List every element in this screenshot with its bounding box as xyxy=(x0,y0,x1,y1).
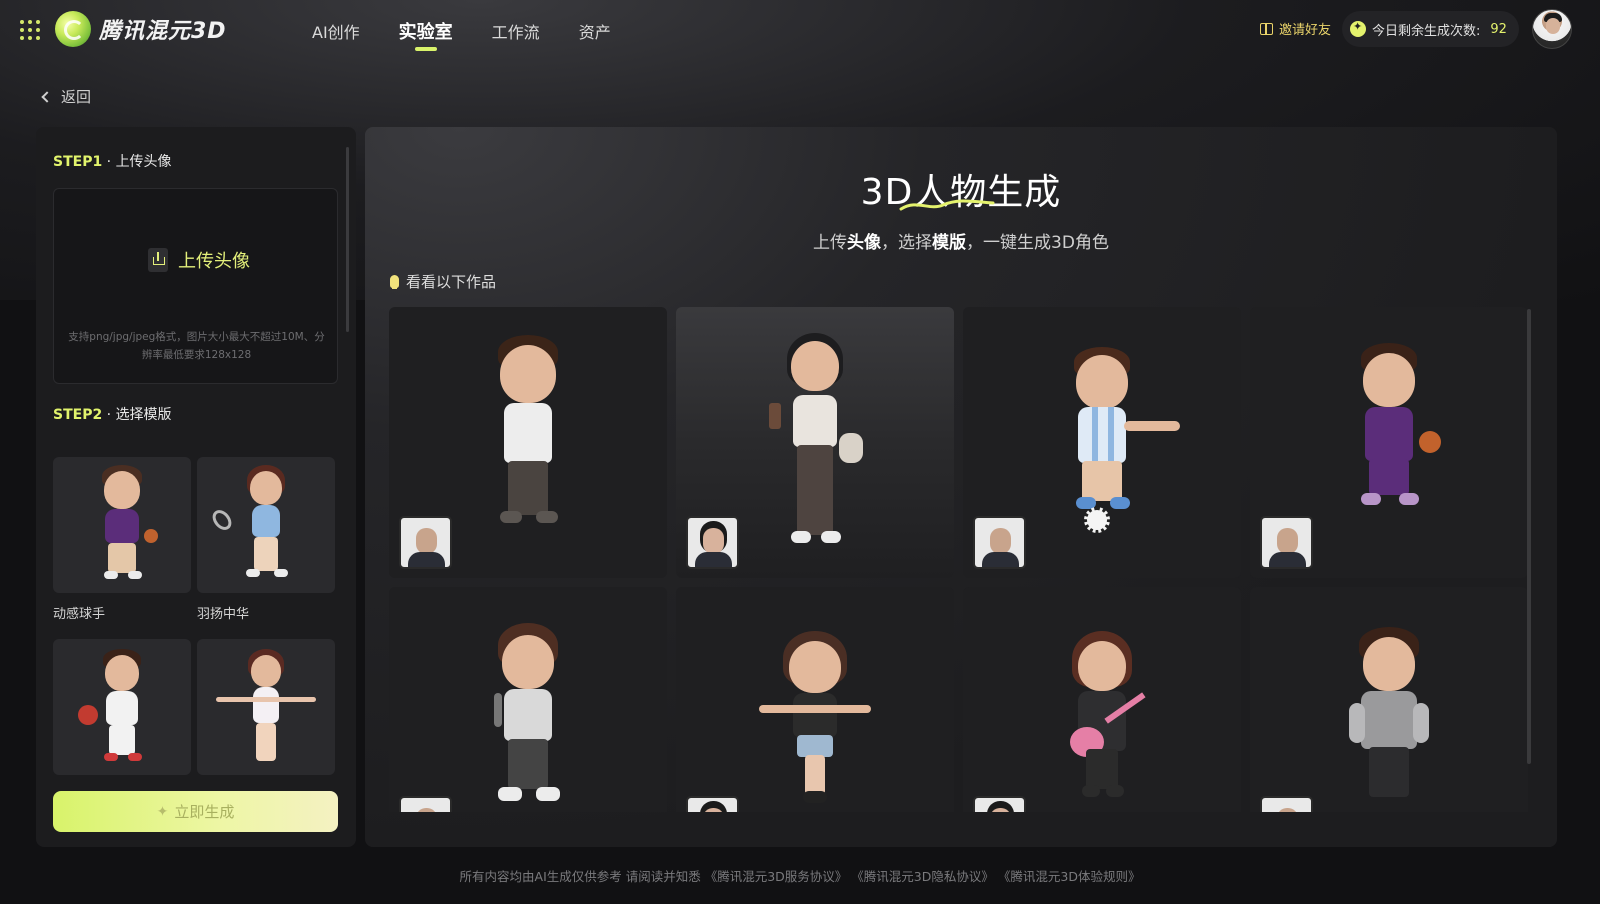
avatar-upload-dropzone[interactable]: 上传头像 支持png/jpg/jpeg格式，图片大小最大不超过10M、分辨率最低… xyxy=(53,188,338,384)
nav-workflow[interactable]: 工作流 xyxy=(492,0,540,62)
experience-rules-link[interactable]: 《腾讯混元3D体验规则》 xyxy=(998,869,1141,884)
showcase-card[interactable] xyxy=(963,307,1241,578)
upload-icon xyxy=(148,248,168,272)
user-avatar[interactable] xyxy=(1532,9,1572,49)
generate-now-button[interactable]: ✦ 立即生成 xyxy=(53,791,338,832)
showcase-card[interactable] xyxy=(963,587,1241,812)
template-label: 动感球手 xyxy=(53,607,106,622)
gallery-heading-label: 看看以下作品 xyxy=(406,273,497,291)
hero-title-row: 3D人物生成 xyxy=(365,163,1557,215)
config-scrollbar[interactable] xyxy=(346,147,349,332)
step2-title: STEP2 · 选择模版 xyxy=(53,407,172,423)
nav-assets[interactable]: 资产 xyxy=(579,0,611,62)
title-underline-swash xyxy=(899,199,995,211)
page-subtitle: 上传头像，选择模版，一键生成3D角色 xyxy=(365,228,1557,253)
upload-avatar-button[interactable]: 上传头像 xyxy=(148,247,250,273)
subtitle-highlight: 头像 xyxy=(847,233,882,253)
privacy-agreement-link[interactable]: 《腾讯混元3D隐私协议》 xyxy=(851,869,994,884)
subtitle-part: ，选择 xyxy=(881,233,933,253)
source-avatar-thumbnail xyxy=(973,516,1026,569)
template-gymnast-image xyxy=(197,639,335,775)
main-nav: AI创作 实验室 工作流 资产 xyxy=(312,0,650,62)
template-card[interactable]: 动感球手 xyxy=(53,457,191,622)
source-avatar-thumbnail xyxy=(686,516,739,569)
step1-title: STEP1 · 上传头像 xyxy=(53,154,172,170)
footer-disclaimer: 所有内容均由AI生成仅供参考 请阅读并知悉 《腾讯混元3D服务协议》 《腾讯混元… xyxy=(0,866,1600,885)
nav-ai-create[interactable]: AI创作 xyxy=(312,0,360,62)
gallery-heading: 看看以下作品 xyxy=(390,271,496,292)
gallery-scrollbar[interactable] xyxy=(1527,309,1531,764)
step2-number: STEP2 xyxy=(53,407,103,423)
invite-friends-link[interactable]: 邀请好友 xyxy=(1260,19,1331,38)
apps-grid-icon[interactable] xyxy=(20,20,40,40)
upload-avatar-label: 上传头像 xyxy=(178,251,250,272)
showcase-card[interactable] xyxy=(676,307,954,578)
source-avatar-thumbnail xyxy=(1260,796,1313,812)
brand-name: 腾讯混元3D xyxy=(99,19,227,44)
source-avatar-thumbnail xyxy=(399,516,452,569)
showcase-card[interactable] xyxy=(389,587,667,812)
quota-label: 今日剩余生成次数: xyxy=(1372,23,1481,39)
sparkle-icon: ✦ xyxy=(156,803,169,820)
config-panel: STEP1 · 上传头像 上传头像 支持png/jpg/jpeg格式，图片大小最… xyxy=(36,127,356,847)
invite-label: 邀请好友 xyxy=(1279,23,1332,38)
subtitle-highlight: 模版 xyxy=(932,233,967,253)
brand-logo[interactable]: 腾讯混元3D xyxy=(55,11,227,47)
showcase-card[interactable] xyxy=(676,587,954,812)
showcase-panel: 3D人物生成 上传头像，选择模版，一键生成3D角色 看看以下作品 xyxy=(365,127,1557,847)
upload-hint: 支持png/jpg/jpeg格式，图片大小最大不超过10M、分辨率最低要求128… xyxy=(68,331,325,361)
source-avatar-thumbnail xyxy=(1260,516,1313,569)
step1-label: 上传头像 xyxy=(115,154,172,170)
top-bar: 腾讯混元3D AI创作 实验室 工作流 资产 邀请好友 今日剩余生成次数: 92 xyxy=(0,0,1600,62)
subtitle-part: ，一键生成3D角色 xyxy=(966,233,1109,253)
source-avatar-thumbnail xyxy=(973,796,1026,812)
template-badminton-image xyxy=(197,457,335,593)
template-basketball-image xyxy=(53,457,191,593)
lightbulb-icon xyxy=(390,275,399,289)
gift-icon xyxy=(1260,22,1273,35)
quota-value: 92 xyxy=(1490,21,1507,37)
template-card[interactable] xyxy=(53,639,191,775)
generate-label: 立即生成 xyxy=(174,803,235,821)
template-card[interactable]: 羽扬中华 xyxy=(197,457,335,622)
nav-lab[interactable]: 实验室 xyxy=(399,0,453,62)
service-agreement-link[interactable]: 《腾讯混元3D服务协议》 xyxy=(705,869,848,884)
showcase-card[interactable] xyxy=(1250,587,1528,812)
back-link[interactable]: 返回 xyxy=(40,86,91,107)
hunyuan-logo-icon xyxy=(55,11,91,47)
footer-notice: 所有内容均由AI生成仅供参考 请阅读并知悉 xyxy=(459,869,701,884)
daily-quota-badge: 今日剩余生成次数: 92 xyxy=(1342,11,1519,47)
back-label: 返回 xyxy=(61,88,92,106)
config-scroll-area[interactable]: STEP1 · 上传头像 上传头像 支持png/jpg/jpeg格式，图片大小最… xyxy=(36,127,356,775)
step1-number: STEP1 xyxy=(53,154,103,170)
showcase-gallery[interactable] xyxy=(389,307,1529,812)
showcase-card[interactable] xyxy=(389,307,667,578)
source-avatar-thumbnail xyxy=(399,796,452,812)
source-avatar-thumbnail xyxy=(686,796,739,812)
template-table-tennis-image xyxy=(53,639,191,775)
step2-label: 选择模版 xyxy=(115,407,172,423)
template-label: 羽扬中华 xyxy=(197,607,250,622)
template-card[interactable] xyxy=(197,639,335,775)
chevron-left-icon xyxy=(41,90,53,103)
showcase-card[interactable] xyxy=(1250,307,1528,578)
subtitle-part: 上传 xyxy=(813,233,848,253)
sparkle-coin-icon xyxy=(1350,20,1366,37)
